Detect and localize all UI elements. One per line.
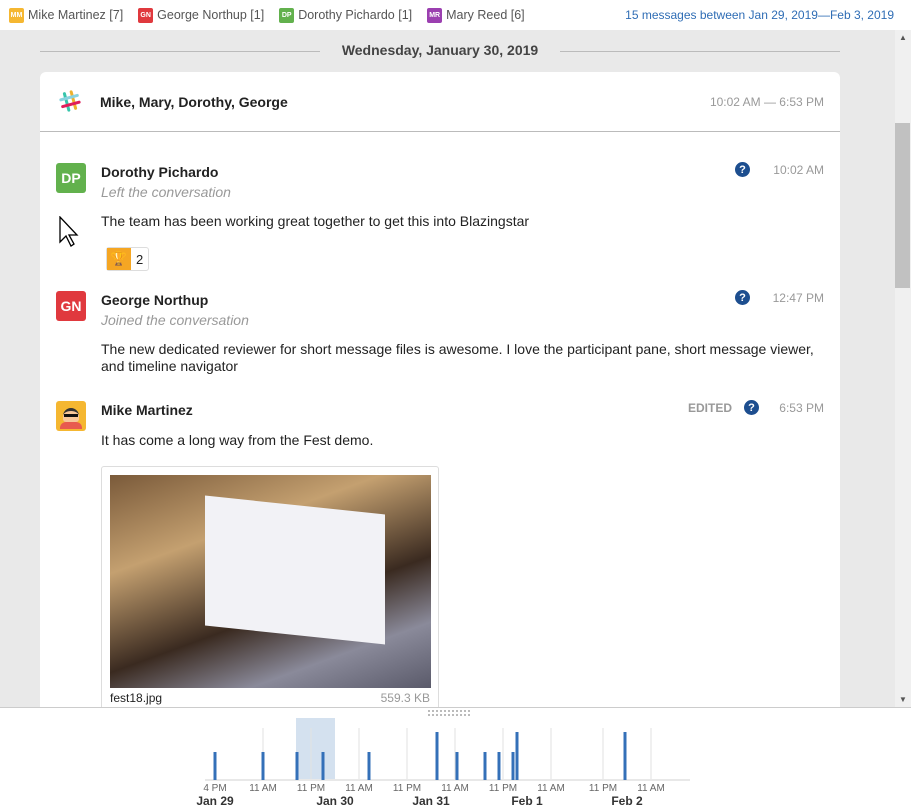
help-icon[interactable]: ?: [744, 400, 759, 415]
date-label: Feb 2: [611, 794, 643, 808]
timeline-bar: [368, 752, 371, 780]
cursor-icon: [59, 216, 81, 248]
participant-dorothy[interactable]: DP Dorothy Pichardo [1]: [279, 8, 412, 23]
tick-label: 11 PM: [489, 783, 517, 794]
participant-mike[interactable]: MM Mike Martinez [7]: [9, 8, 123, 23]
participant-label: Dorothy Pichardo [1]: [298, 8, 412, 22]
message-text: It has come a long way from the Fest dem…: [101, 432, 821, 449]
participant-george[interactable]: GN George Northup [1]: [138, 8, 264, 23]
avatar: GN: [138, 8, 153, 23]
attachment-image[interactable]: [110, 475, 431, 688]
avatar: DP: [56, 163, 86, 193]
date-label: Jan 31: [412, 794, 450, 808]
help-icon[interactable]: ?: [735, 290, 750, 305]
timeline-bar: [296, 752, 299, 780]
status-text: Joined the conversation: [101, 312, 249, 328]
timeline-bar: [322, 752, 325, 780]
date-label: Jan 29: [196, 794, 234, 808]
message-viewer: Wednesday, January 30, 2019 Mike, Mary, …: [0, 30, 895, 707]
participant-label: Mary Reed [6]: [446, 8, 525, 22]
edited-badge: EDITED: [688, 401, 732, 415]
timeline-bar: [456, 752, 459, 780]
message-range[interactable]: 15 messages between Jan 29, 2019—Feb 3, …: [625, 8, 894, 22]
avatar: MR: [427, 8, 442, 23]
timeline-navigator[interactable]: 4 PM 11 AM 11 PM 11 AM 11 PM 11 AM 11 PM 11 AM 1…: [0, 707, 911, 808]
timeline-bar: [214, 752, 217, 780]
avatar: DP: [279, 8, 294, 23]
date-label: Feb 1: [511, 794, 543, 808]
message-time: 10:02 AM: [773, 163, 824, 177]
slack-icon: [59, 90, 81, 112]
scroll-up-icon[interactable]: ▲: [899, 33, 907, 42]
author-name: Mike Martinez: [101, 402, 193, 418]
status-text: Left the conversation: [101, 184, 231, 200]
date-header: Wednesday, January 30, 2019: [40, 42, 840, 58]
reaction-trophy[interactable]: 🏆2: [106, 247, 149, 271]
message-text: The team has been working great together…: [101, 213, 821, 230]
author-name: George Northup: [101, 292, 208, 308]
attachment-filename: fest18.jpg: [110, 691, 162, 705]
avatar: MM: [9, 8, 24, 23]
avatar: GN: [56, 291, 86, 321]
participant-label: Mike Martinez [7]: [28, 8, 123, 22]
timeline-bar: [498, 752, 501, 780]
tick-label: 11 AM: [345, 783, 373, 794]
conversation-header: Mike, Mary, Dorothy, George 10:02 AM — 6…: [40, 72, 840, 132]
timeline-bar: [516, 732, 519, 780]
tick-label: 11 PM: [589, 783, 617, 794]
image-attachment[interactable]: fest18.jpg 559.3 KB: [101, 466, 439, 707]
tick-label: 11 AM: [537, 783, 565, 794]
tick-label: 11 AM: [441, 783, 469, 794]
conversation-card: Mike, Mary, Dorothy, George 10:02 AM — 6…: [40, 72, 840, 707]
message-time: 12:47 PM: [773, 291, 824, 305]
author-name: Dorothy Pichardo: [101, 164, 218, 180]
timeline-bar: [436, 732, 439, 780]
attachment-size: 559.3 KB: [381, 691, 430, 705]
vertical-scrollbar[interactable]: ▲ ▼: [895, 30, 911, 707]
date-label: Jan 30: [316, 794, 354, 808]
scrollbar-thumb[interactable]: [895, 123, 910, 288]
conversation-time-range: 10:02 AM — 6:53 PM: [710, 95, 824, 109]
timeline-bar: [262, 752, 265, 780]
scroll-down-icon[interactable]: ▼: [899, 695, 907, 704]
tick-label: 11 PM: [393, 783, 421, 794]
tick-label: 4 PM: [203, 783, 226, 794]
conversation-title: Mike, Mary, Dorothy, George: [100, 94, 288, 110]
participant-label: George Northup [1]: [157, 8, 264, 22]
avatar-mike: [56, 401, 86, 431]
participant-bar: MM Mike Martinez [7] GN George Northup [1]…: [0, 0, 911, 30]
timeline-bar: [512, 752, 515, 780]
timeline-chart[interactable]: 4 PM 11 AM 11 PM 11 AM 11 PM 11 AM 11 PM 11 AM 1…: [0, 708, 911, 809]
tick-label: 11 AM: [249, 783, 277, 794]
timeline-selection[interactable]: [296, 718, 335, 780]
message-time: 6:53 PM: [779, 401, 824, 415]
timeline-bar: [484, 752, 487, 780]
timeline-bar: [624, 732, 627, 780]
help-icon[interactable]: ?: [735, 162, 750, 177]
tick-label: 11 AM: [637, 783, 665, 794]
message-text: The new dedicated reviewer for short mes…: [101, 341, 821, 375]
tick-label: 11 PM: [297, 783, 325, 794]
participant-mary[interactable]: MR Mary Reed [6]: [427, 8, 525, 23]
trophy-icon: 🏆: [107, 248, 131, 270]
reaction-count: 2: [131, 252, 148, 267]
